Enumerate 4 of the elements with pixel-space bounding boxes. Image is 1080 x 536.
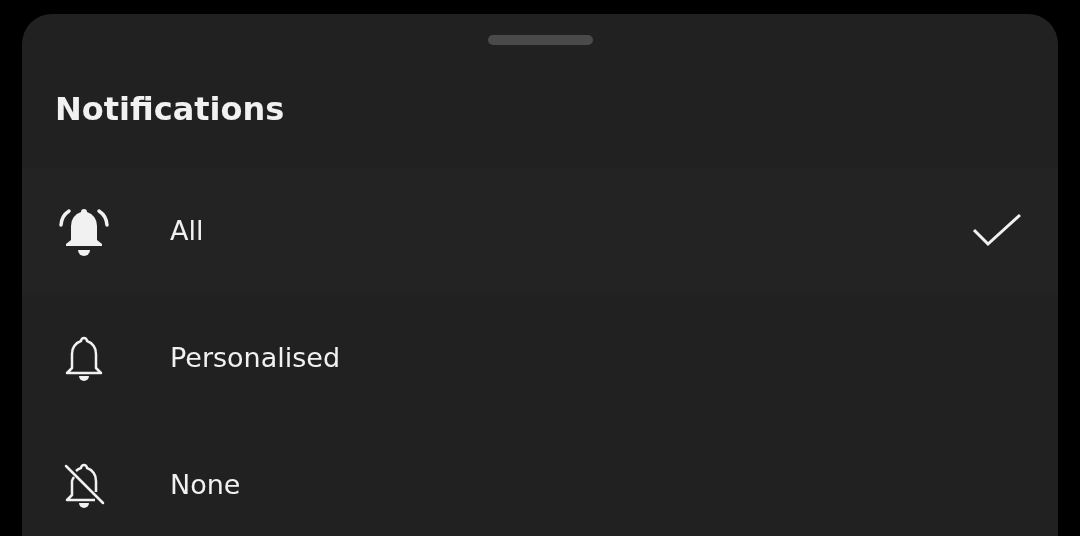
drag-handle[interactable] [487, 35, 593, 45]
notification-option[interactable]: None [22, 422, 1058, 536]
sheet-title: Notifications [55, 89, 285, 129]
notification-option[interactable]: Personalised [22, 295, 1058, 422]
